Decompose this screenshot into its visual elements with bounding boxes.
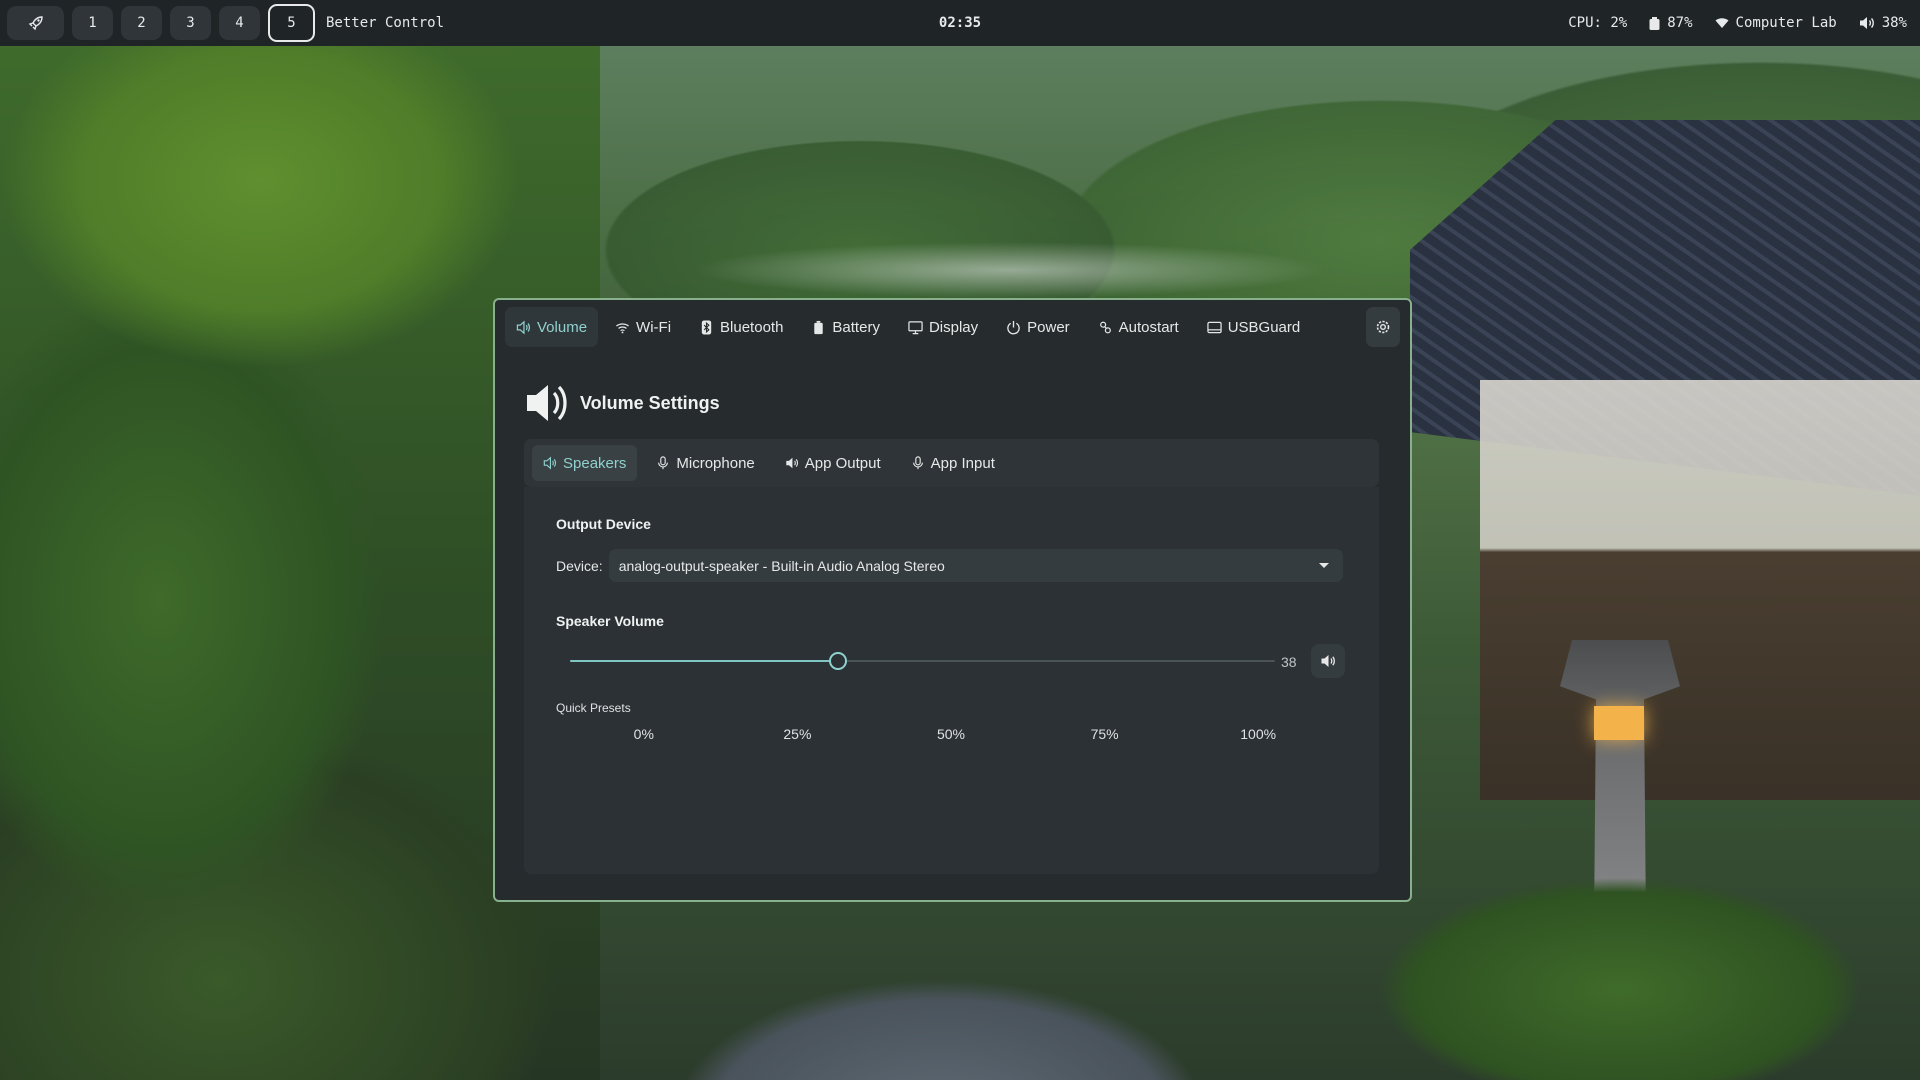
bluetooth-icon [701, 319, 712, 335]
volume-subtab-bar: Speakers Microphone App Output App Input [524, 439, 1379, 487]
tab-usbguard[interactable]: USBGuard [1196, 307, 1312, 347]
preset-25-button[interactable]: 25% [721, 720, 875, 748]
subtab-app-output[interactable]: App Output [774, 445, 892, 481]
preset-50-button[interactable]: 50% [874, 720, 1028, 748]
speaker-icon [543, 456, 557, 470]
autostart-icon [1099, 321, 1111, 333]
output-device-value: analog-output-speaker - Built-in Audio A… [618, 557, 945, 574]
wallpaper-path [560, 900, 1320, 1080]
gear-icon [1376, 320, 1390, 334]
rocket-icon [28, 16, 43, 31]
power-icon [1007, 320, 1020, 334]
page-title: Volume Settings [580, 392, 720, 413]
tab-label: Bluetooth [720, 318, 784, 336]
tab-autostart[interactable]: Autostart [1087, 307, 1190, 347]
output-device-heading: Output Device [556, 516, 651, 532]
tab-label: USBGuard [1227, 318, 1301, 336]
battery-text: 87% [1667, 15, 1693, 31]
wifi-icon [1715, 18, 1729, 28]
subtab-speakers[interactable]: Speakers [532, 445, 638, 481]
speaker-icon [1859, 17, 1874, 29]
panel-header: Volume Settings [524, 380, 720, 426]
tab-battery[interactable]: Battery [800, 307, 891, 347]
subtab-label: App Output [804, 454, 881, 472]
settings-button[interactable] [1366, 307, 1400, 347]
speaker-icon [786, 457, 798, 469]
tab-display[interactable]: Display [897, 307, 989, 347]
subtab-label: Microphone [676, 454, 755, 472]
workspace-button-1[interactable]: 1 [72, 6, 113, 40]
microphone-icon [658, 456, 669, 470]
wifi-text: Computer Lab [1735, 15, 1837, 31]
subtab-label: Speakers [563, 454, 627, 472]
quick-presets: 0% 25% 50% 75% 100% [567, 720, 1335, 748]
tab-label: Power [1027, 318, 1070, 336]
tab-label: Wi-Fi [636, 318, 672, 336]
volume-value: 38 [1281, 654, 1297, 670]
cpu-indicator[interactable]: CPU: 2% [1568, 15, 1627, 31]
slider-thumb[interactable] [828, 652, 847, 670]
tab-label: Volume [537, 318, 588, 336]
top-bar-right: CPU: 2% 87% Computer Lab 38% [1568, 15, 1913, 31]
tab-volume[interactable]: Volume [505, 307, 599, 347]
subtab-label: App Input [930, 454, 995, 472]
speaker-icon [516, 320, 531, 334]
workspace-button-3[interactable]: 3 [170, 6, 211, 40]
speaker-icon [527, 385, 567, 421]
monitor-icon [908, 320, 923, 334]
workspace-button-2[interactable]: 2 [121, 6, 162, 40]
microphone-icon [912, 456, 923, 470]
volume-indicator[interactable]: 38% [1859, 15, 1907, 31]
speakers-content: Output Device Device: analog-output-spea… [524, 487, 1379, 874]
speaker-volume-heading: Speaker Volume [556, 613, 664, 629]
device-row: Device: analog-output-speaker - Built-in… [556, 549, 1343, 582]
wallpaper-house [1480, 380, 1920, 800]
workspace-button-5[interactable]: 5 [268, 4, 315, 42]
battery-indicator[interactable]: 87% [1649, 15, 1693, 31]
slider-fill [570, 660, 838, 662]
preset-100-button[interactable]: 100% [1181, 720, 1335, 748]
usb-icon [1207, 321, 1222, 333]
top-bar: 1 2 3 4 5 Better Control 02:35 CPU: 2% 8… [0, 0, 1920, 46]
quick-presets-label: Quick Presets [556, 701, 631, 715]
speaker-icon [1321, 655, 1335, 667]
main-tab-bar: Volume Wi-Fi Bluetooth Battery Display P… [505, 306, 1400, 348]
clock[interactable]: 02:35 [939, 15, 981, 31]
top-bar-left: 1 2 3 4 5 Better Control [7, 4, 444, 42]
tab-label: Display [928, 318, 979, 336]
tab-bluetooth[interactable]: Bluetooth [688, 307, 794, 347]
wifi-indicator[interactable]: Computer Lab [1715, 15, 1837, 31]
tab-wifi[interactable]: Wi-Fi [604, 307, 682, 347]
subtab-microphone[interactable]: Microphone [645, 445, 765, 481]
wallpaper-lantern-light [1594, 706, 1644, 740]
volume-text: 38% [1881, 15, 1907, 31]
mute-button[interactable] [1311, 644, 1345, 678]
chevron-down-icon [1318, 563, 1329, 568]
active-window-title: Better Control [326, 15, 445, 31]
tab-label: Autostart [1118, 318, 1179, 336]
wifi-icon [616, 322, 630, 333]
cpu-text: CPU: 2% [1568, 15, 1628, 31]
launcher-button[interactable] [7, 6, 64, 40]
subtab-app-input[interactable]: App Input [900, 445, 1006, 481]
tab-power[interactable]: Power [995, 307, 1081, 347]
workspace-button-4[interactable]: 4 [219, 6, 260, 40]
preset-75-button[interactable]: 75% [1028, 720, 1182, 748]
tab-label: Battery [832, 318, 880, 336]
better-control-window: Volume Wi-Fi Bluetooth Battery Display P… [493, 298, 1412, 902]
battery-icon [1649, 16, 1660, 30]
device-label: Device: [556, 557, 603, 574]
output-device-select[interactable]: analog-output-speaker - Built-in Audio A… [608, 549, 1343, 582]
battery-icon [814, 320, 824, 334]
speaker-volume-slider[interactable] [570, 651, 1275, 671]
preset-0-button[interactable]: 0% [567, 720, 721, 748]
